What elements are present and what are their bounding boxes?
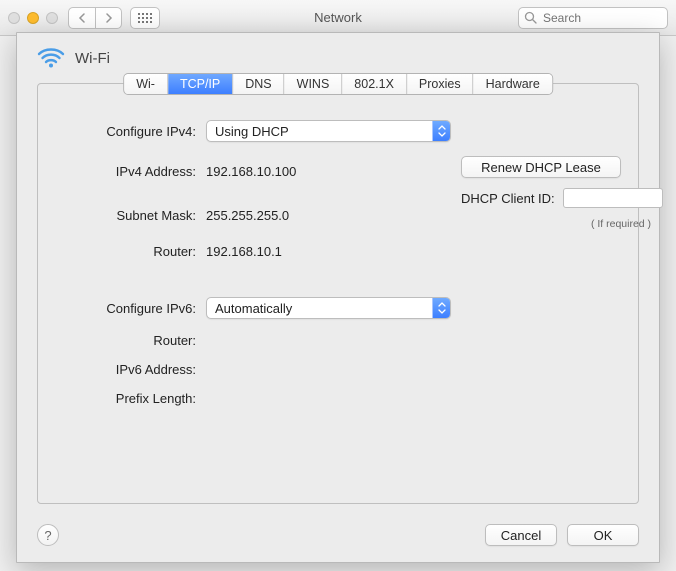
cancel-button[interactable]: Cancel (485, 524, 557, 546)
cell-configure-ipv6: Automatically (206, 297, 451, 319)
tab-dns[interactable]: DNS (232, 74, 283, 94)
label-router-ipv6: Router: (66, 333, 196, 348)
select-endcap-icon (432, 298, 450, 318)
sheet-title: Wi-Fi (75, 50, 110, 67)
ok-button[interactable]: OK (567, 524, 639, 546)
back-button[interactable] (69, 8, 95, 28)
sheet-footer: ? Cancel OK (17, 516, 659, 562)
wifi-icon (37, 47, 65, 69)
close-window-icon[interactable] (8, 12, 20, 24)
chevron-left-icon (78, 13, 86, 23)
tab-8021x[interactable]: 802.1X (341, 74, 406, 94)
footer-actions: Cancel OK (485, 524, 639, 546)
tab-tcpip[interactable]: TCP/IP (167, 74, 232, 94)
dhcp-client-id-input[interactable] (563, 188, 663, 208)
zoom-window-icon[interactable] (46, 12, 58, 24)
help-button[interactable]: ? (37, 524, 59, 546)
settings-panel: Wi-Fi TCP/IP DNS WINS 802.1X Proxies Har… (37, 83, 639, 504)
minimize-window-icon[interactable] (27, 12, 39, 24)
tab-wifi[interactable]: Wi-Fi (124, 74, 167, 94)
grid-icon (138, 13, 152, 23)
label-ipv4-address: IPv4 Address: (66, 164, 196, 179)
search-input[interactable] (518, 7, 668, 29)
tab-wins[interactable]: WINS (284, 74, 342, 94)
label-prefix-length: Prefix Length: (66, 391, 196, 406)
show-all-button[interactable] (130, 7, 160, 29)
dhcp-client-id-row: DHCP Client ID: (461, 188, 663, 208)
subnet-mask-value: 255.255.255.0 (206, 208, 451, 223)
configure-ipv6-select[interactable]: Automatically (206, 297, 451, 319)
settings-sheet: Wi-Fi Wi-Fi TCP/IP DNS WINS 802.1X Proxi… (16, 32, 660, 563)
label-configure-ipv4: Configure IPv4: (66, 124, 196, 139)
window-title: Network (314, 10, 362, 25)
configure-ipv6-value: Automatically (215, 301, 292, 316)
label-router: Router: (66, 244, 196, 259)
forward-button[interactable] (95, 8, 121, 28)
search-wrap (518, 7, 668, 29)
select-endcap-icon (432, 121, 450, 141)
renew-dhcp-button[interactable]: Renew DHCP Lease (461, 156, 621, 178)
router-value: 192.168.10.1 (206, 244, 451, 259)
label-configure-ipv6: Configure IPv6: (66, 301, 196, 316)
label-dhcp-client-id: DHCP Client ID: (461, 191, 555, 206)
configure-ipv4-value: Using DHCP (215, 124, 289, 139)
traffic-lights (8, 12, 58, 24)
label-ipv6-address: IPv6 Address: (66, 362, 196, 377)
sheet-header: Wi-Fi (17, 33, 659, 77)
cell-configure-ipv4: Using DHCP (206, 120, 451, 142)
tab-bar: Wi-Fi TCP/IP DNS WINS 802.1X Proxies Har… (123, 73, 553, 95)
search-icon (524, 11, 537, 24)
ipv4-address-value: 192.168.10.100 (206, 164, 451, 179)
configure-ipv4-select[interactable]: Using DHCP (206, 120, 451, 142)
nav-button-group (68, 7, 122, 29)
titlebar: Network (0, 0, 676, 36)
chevron-right-icon (105, 13, 113, 23)
dhcp-right-column: Renew DHCP Lease DHCP Client ID: ( If re… (461, 156, 671, 230)
tab-proxies[interactable]: Proxies (406, 74, 473, 94)
form-grid: Configure IPv4: Using DHCP IPv4 Address:… (66, 120, 610, 406)
dhcp-client-id-hint: ( If required ) (571, 218, 671, 230)
tab-hardware[interactable]: Hardware (473, 74, 552, 94)
label-subnet-mask: Subnet Mask: (66, 208, 196, 223)
